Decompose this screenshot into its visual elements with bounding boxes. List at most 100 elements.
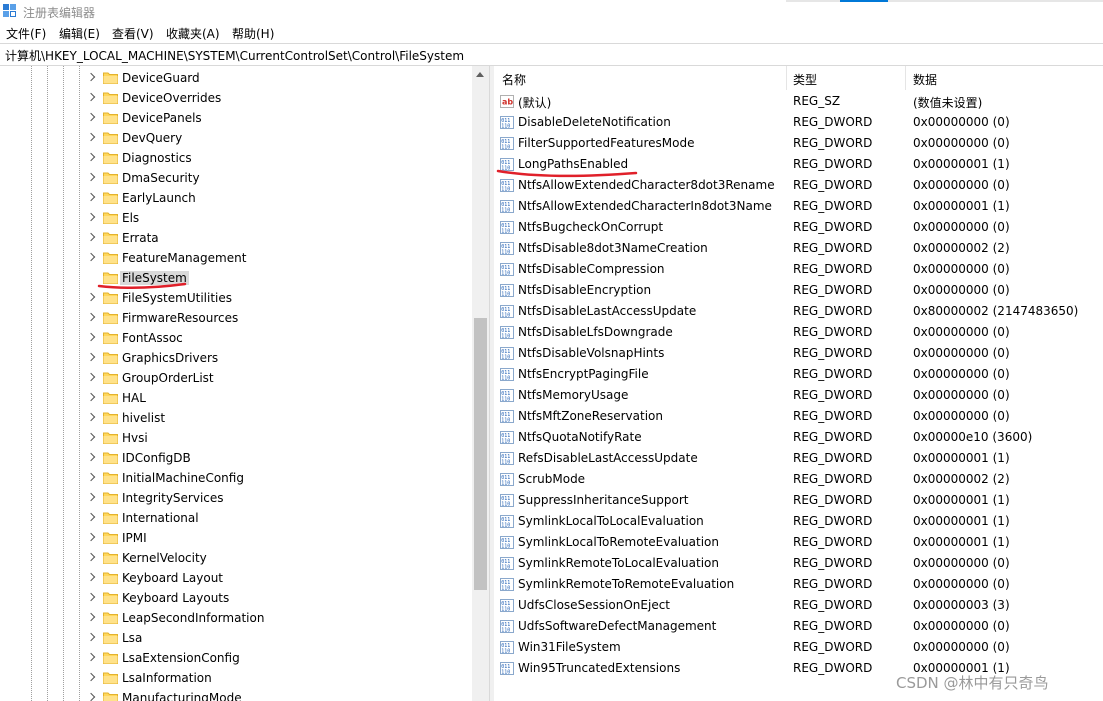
chevron-right-icon[interactable] [86, 432, 96, 442]
value-name[interactable]: SymlinkLocalToLocalEvaluation [518, 514, 704, 528]
tree-item[interactable]: FeatureManagement [0, 248, 470, 268]
key-tree[interactable]: DeviceGuard DeviceOverrides DevicePanels De… [0, 66, 489, 701]
value-name[interactable]: FilterSupportedFeaturesMode [518, 136, 694, 150]
value-name[interactable]: NtfsDisable8dot3NameCreation [518, 241, 708, 255]
chevron-right-icon[interactable] [86, 192, 96, 202]
chevron-right-icon[interactable] [86, 172, 96, 182]
chevron-right-icon[interactable] [86, 352, 96, 362]
address-path[interactable]: 计算机\HKEY_LOCAL_MACHINE\SYSTEM\CurrentCon… [5, 47, 464, 64]
tree-item[interactable]: FontAssoc [0, 328, 470, 348]
tree-item[interactable]: LeapSecondInformation [0, 608, 470, 628]
value-row[interactable]: 011 110 DisableDeleteNotification REG_DWORD… [494, 112, 1103, 133]
value-row[interactable]: 011 110 NtfsAllowExtendedCharacter8dot3Ren… [494, 175, 1103, 196]
value-row[interactable]: 011 110 NtfsEncryptPagingFile REG_DWORD 0x00… [494, 364, 1103, 385]
chevron-right-icon[interactable] [86, 252, 96, 262]
tree-item[interactable]: GroupOrderList [0, 368, 470, 388]
chevron-right-icon[interactable] [86, 672, 96, 682]
chevron-right-icon[interactable] [86, 652, 96, 662]
tree-item-label[interactable]: DeviceGuard [122, 71, 200, 85]
tree-item-label[interactable]: IDConfigDB [122, 451, 191, 465]
tree-item[interactable]: Hvsi [0, 428, 470, 448]
chevron-right-icon[interactable] [86, 452, 96, 462]
value-row[interactable]: 011 110 NtfsMftZoneReservation REG_DWORD 0x0… [494, 406, 1103, 427]
value-name[interactable]: NtfsBugcheckOnCorrupt [518, 220, 663, 234]
chevron-right-icon[interactable] [86, 332, 96, 342]
value-row[interactable]: 011 110 NtfsDisableEncryption REG_DWORD 0x00… [494, 280, 1103, 301]
tree-item-label[interactable]: HAL [122, 391, 146, 405]
tree-item-label[interactable]: LsaExtensionConfig [122, 651, 240, 665]
tree-item[interactable]: Keyboard Layouts [0, 588, 470, 608]
tree-scrollbar-thumb[interactable] [474, 318, 487, 590]
tree-item[interactable]: DevQuery [0, 128, 470, 148]
value-name[interactable]: ScrubMode [518, 472, 585, 486]
tree-item[interactable]: IPMI [0, 528, 470, 548]
value-name[interactable]: (默认) [518, 94, 551, 111]
tree-item-label[interactable]: LsaInformation [122, 671, 212, 685]
value-row[interactable]: 011 110 UdfsSoftwareDefectManagement REG_DW… [494, 616, 1103, 637]
column-separator[interactable] [905, 66, 906, 90]
tree-item-label[interactable]: FirmwareResources [122, 311, 238, 325]
scroll-up-arrow-icon[interactable] [476, 72, 484, 77]
value-name[interactable]: NtfsEncryptPagingFile [518, 367, 649, 381]
value-name[interactable]: NtfsMftZoneReservation [518, 409, 663, 423]
value-name[interactable]: Win95TruncatedExtensions [518, 661, 680, 675]
value-row[interactable]: 011 110 SymlinkRemoteToRemoteEvaluation REG… [494, 574, 1103, 595]
tree-item[interactable]: EarlyLaunch [0, 188, 470, 208]
chevron-right-icon[interactable] [86, 152, 96, 162]
value-list[interactable]: 名称 类型 数据 ab (默认) REG_SZ (数值未设置) 011 110 Disabl… [494, 66, 1103, 701]
value-name[interactable]: SuppressInheritanceSupport [518, 493, 689, 507]
value-name[interactable]: RefsDisableLastAccessUpdate [518, 451, 698, 465]
value-row[interactable]: 011 110 FilterSupportedFeaturesMode REG_DWO… [494, 133, 1103, 154]
value-name[interactable]: NtfsAllowExtendedCharacterIn8dot3Name [518, 199, 772, 213]
value-row[interactable]: 011 110 LongPathsEnabled REG_DWORD 0x0000000… [494, 154, 1103, 175]
chevron-right-icon[interactable] [86, 92, 96, 102]
chevron-right-icon[interactable] [86, 372, 96, 382]
chevron-right-icon[interactable] [86, 572, 96, 582]
tree-item-label[interactable]: Diagnostics [122, 151, 192, 165]
tree-item-label[interactable]: IntegrityServices [122, 491, 224, 505]
tree-item[interactable]: GraphicsDrivers [0, 348, 470, 368]
chevron-right-icon[interactable] [86, 692, 96, 701]
chevron-right-icon[interactable] [86, 112, 96, 122]
chevron-right-icon[interactable] [86, 632, 96, 642]
tree-item-label[interactable]: DevicePanels [122, 111, 202, 125]
chevron-right-icon[interactable] [86, 612, 96, 622]
tree-item-label[interactable]: ManufacturingMode [122, 691, 242, 701]
tree-item-label[interactable]: Lsa [122, 631, 142, 645]
tree-item-label[interactable]: DevQuery [122, 131, 182, 145]
tree-item-label[interactable]: KernelVelocity [122, 551, 207, 565]
value-row[interactable]: 011 110 NtfsBugcheckOnCorrupt REG_DWORD 0x00… [494, 217, 1103, 238]
value-row[interactable]: 011 110 SuppressInheritanceSupport REG_DWOR… [494, 490, 1103, 511]
chevron-right-icon[interactable] [86, 592, 96, 602]
tree-item[interactable]: DeviceGuard [0, 68, 470, 88]
value-name[interactable]: UdfsSoftwareDefectManagement [518, 619, 716, 633]
tree-item[interactable]: Errata [0, 228, 470, 248]
column-header-type[interactable]: 类型 [793, 71, 817, 88]
tree-item-label[interactable]: DmaSecurity [122, 171, 200, 185]
chevron-right-icon[interactable] [86, 292, 96, 302]
tree-item-label[interactable]: GraphicsDrivers [122, 351, 218, 365]
chevron-right-icon[interactable] [86, 392, 96, 402]
column-header-data[interactable]: 数据 [913, 71, 937, 88]
value-row[interactable]: 011 110 NtfsDisableCompression REG_DWORD 0x0… [494, 259, 1103, 280]
chevron-right-icon[interactable] [86, 412, 96, 422]
tree-item-label[interactable]: InitialMachineConfig [122, 471, 244, 485]
tree-item[interactable]: InitialMachineConfig [0, 468, 470, 488]
value-name[interactable]: NtfsDisableVolsnapHints [518, 346, 664, 360]
value-name[interactable]: UdfsCloseSessionOnEject [518, 598, 670, 612]
tree-item[interactable]: Keyboard Layout [0, 568, 470, 588]
tree-item-label[interactable]: Keyboard Layouts [122, 591, 229, 605]
chevron-right-icon[interactable] [86, 312, 96, 322]
value-row[interactable]: 011 110 NtfsDisableLastAccessUpdate REG_DWO… [494, 301, 1103, 322]
tree-item[interactable]: FileSystemUtilities [0, 288, 470, 308]
value-name[interactable]: SymlinkLocalToRemoteEvaluation [518, 535, 719, 549]
value-row[interactable]: 011 110 RefsDisableLastAccessUpdate REG_DWO… [494, 448, 1103, 469]
column-header-name[interactable]: 名称 [502, 71, 526, 88]
value-name[interactable]: LongPathsEnabled [518, 157, 628, 171]
tree-item[interactable]: FileSystem [0, 268, 470, 288]
chevron-right-icon[interactable] [86, 552, 96, 562]
menu-view[interactable]: 查看(V) [112, 25, 154, 42]
value-name[interactable]: NtfsAllowExtendedCharacter8dot3Rename [518, 178, 775, 192]
value-name[interactable]: SymlinkRemoteToRemoteEvaluation [518, 577, 734, 591]
value-row[interactable]: 011 110 ScrubMode REG_DWORD 0x00000002 (2) [494, 469, 1103, 490]
